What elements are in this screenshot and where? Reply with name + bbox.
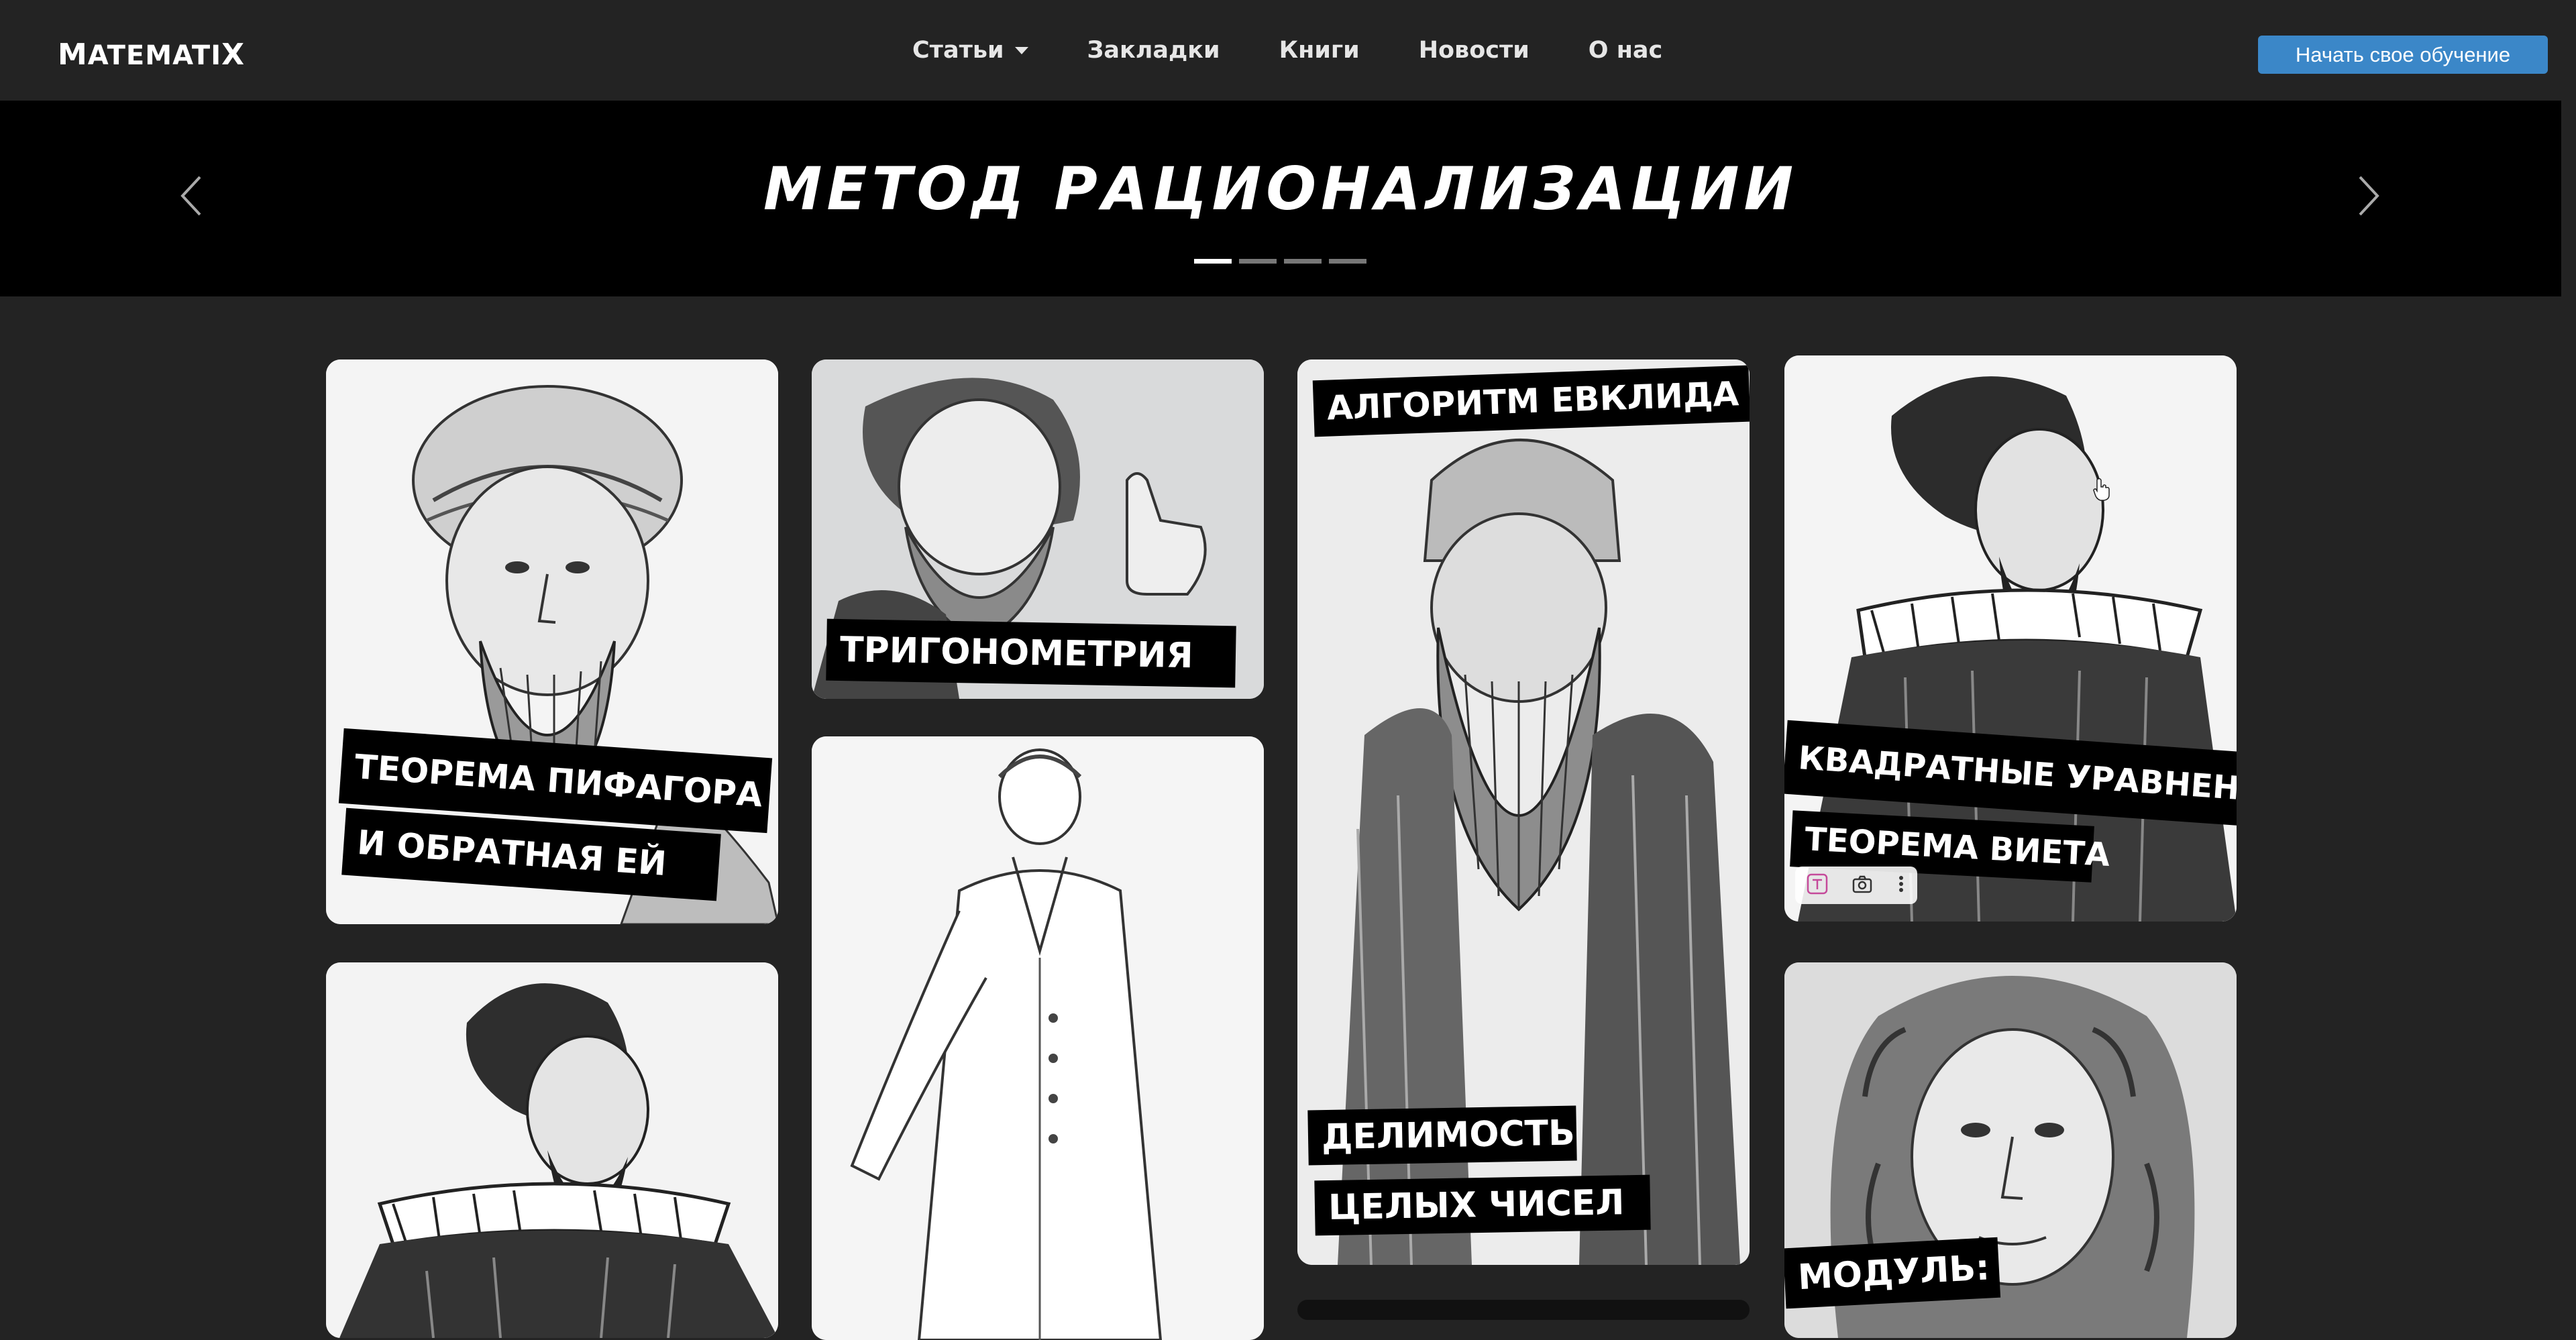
article-card-modulus[interactable]: МОДУЛЬ:	[1784, 962, 2237, 1338]
camera-icon[interactable]	[1851, 873, 1874, 898]
card-title-line2: ЦЕЛЫХ ЧИСЕЛ	[1314, 1174, 1651, 1236]
card-title-line1: ТРИГОНОМЕТРИЯ	[826, 618, 1236, 688]
image-toolbar	[1795, 867, 1917, 904]
carousel-next-button[interactable]	[2353, 173, 2384, 219]
hero-carousel: МЕТОД РАЦИОНАЛИЗАЦИИ	[0, 101, 2561, 296]
carousel-indicator-1[interactable]	[1194, 259, 1232, 264]
article-card-partial[interactable]	[1297, 1300, 1750, 1320]
brand-letter-m: M	[58, 38, 88, 72]
start-learning-button[interactable]: Начать свое обучение	[2258, 36, 2548, 74]
nav-item-books[interactable]: Книги	[1279, 37, 1360, 64]
nav-item-label: О нас	[1588, 37, 1663, 64]
carousel-indicator-3[interactable]	[1284, 259, 1322, 264]
nav-item-news[interactable]: Новости	[1419, 37, 1529, 64]
card-title-line1: ДЕЛИМОСТЬ	[1307, 1105, 1577, 1166]
navbar: MATEMATIX Статьи Закладки Книги Новости …	[0, 0, 2561, 101]
standing-figure-portrait	[812, 736, 1264, 1340]
article-card-figure[interactable]	[812, 736, 1264, 1340]
article-card-viete-2[interactable]	[326, 962, 778, 1338]
article-card-euclid[interactable]: АЛГОРИТМ ЕВКЛИДА ДЕЛИМОСТЬ ЦЕЛЫХ ЧИСЕЛ	[1297, 359, 1750, 1265]
chevron-left-icon	[180, 176, 201, 216]
text-icon[interactable]	[1806, 873, 1829, 898]
article-card-quadratic[interactable]: КВАДРАТНЫЕ УРАВНЕНИЯ ТЕОРЕМА ВИЕТА	[1784, 355, 2237, 922]
carousel-title: МЕТОД РАЦИОНАЛИЗАЦИИ	[763, 154, 1799, 223]
nav-item-bookmarks[interactable]: Закладки	[1087, 37, 1220, 64]
article-card-pythagoras[interactable]: ТЕОРЕМА ПИФАГОРА И ОБРАТНАЯ ЕЙ	[326, 359, 778, 924]
viete-portrait	[326, 962, 778, 1338]
caret-down-icon	[1014, 46, 1028, 54]
hand-cursor-icon	[2093, 478, 2110, 504]
carousel-indicator-2[interactable]	[1239, 259, 1277, 264]
carousel-indicator-4[interactable]	[1329, 259, 1366, 264]
nav-item-label: Книги	[1279, 37, 1360, 64]
nav-item-label: Закладки	[1087, 37, 1220, 64]
brand-logo[interactable]: MATEMATIX	[58, 38, 245, 72]
nav-item-about[interactable]: О нас	[1589, 37, 1663, 64]
nav-item-label: Новости	[1418, 37, 1529, 64]
brand-letters: ATEMATI	[87, 40, 222, 71]
carousel-prev-button[interactable]	[176, 173, 207, 219]
chevron-right-icon	[2359, 176, 2379, 216]
carousel-indicators	[1194, 259, 1374, 264]
brand-letter-x: X	[221, 38, 246, 72]
more-vertical-icon[interactable]	[1896, 873, 1907, 898]
nav-item-articles[interactable]: Статьи	[912, 37, 1028, 64]
article-card-trigonometry[interactable]: ТРИГОНОМЕТРИЯ	[812, 359, 1264, 699]
nav-item-label: Статьи	[912, 37, 1004, 64]
main-nav: Статьи Закладки Книги Новости О нас	[912, 0, 1721, 101]
card-title-line1: МОДУЛЬ:	[1784, 1237, 2001, 1309]
